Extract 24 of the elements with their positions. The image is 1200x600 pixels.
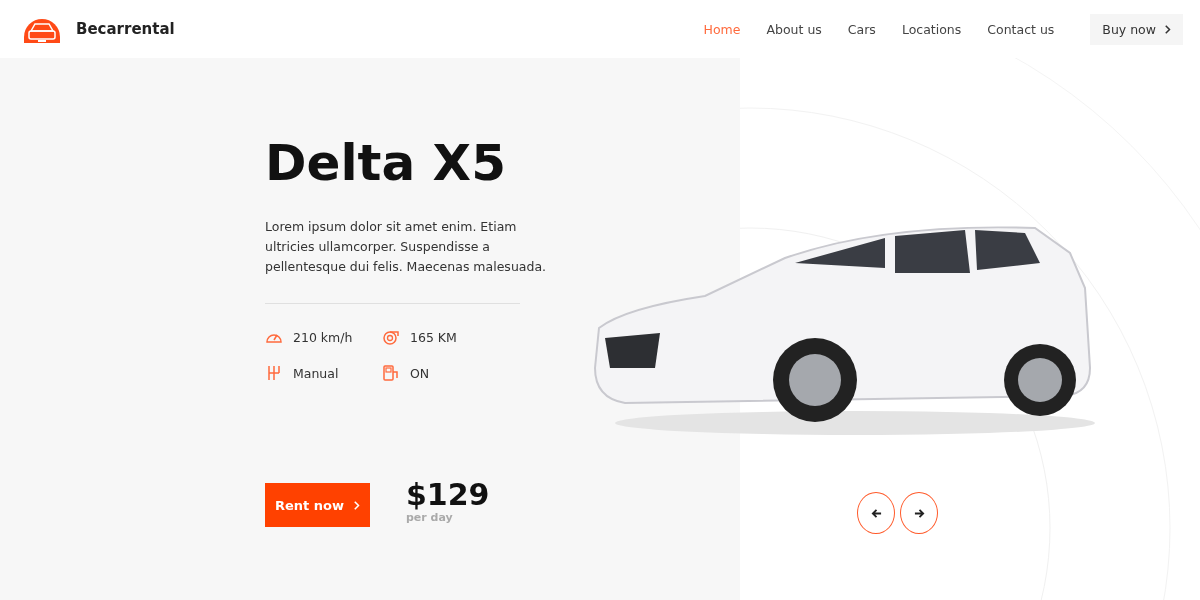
next-button[interactable] (900, 492, 938, 534)
spec-value: 165 KM (410, 329, 457, 345)
arrow-right-icon (913, 507, 925, 519)
nav-link[interactable]: Cars (847, 21, 876, 37)
buy-now-button[interactable]: Buy now (1090, 13, 1183, 45)
price: $129 (406, 478, 490, 511)
brand-name[interactable]: Becarrental (76, 20, 175, 38)
price-unit: per day (406, 511, 454, 524)
car-title: Delta X5 (265, 136, 507, 191)
nav-link[interactable]: About us (766, 21, 822, 37)
chevron-right-icon (354, 500, 360, 510)
rent-now-button[interactable]: Rent now (265, 483, 370, 527)
nav-link[interactable]: Contact us (987, 21, 1055, 37)
chevron-right-icon (1165, 24, 1171, 34)
fuel-pump-icon (382, 364, 400, 382)
turbo-icon (382, 328, 400, 346)
gear-shift-icon (265, 364, 283, 382)
spec-value: Manual (293, 365, 339, 381)
nav-link[interactable]: Locations (901, 21, 962, 37)
spec-value: 210 km/h (293, 329, 353, 345)
previous-button[interactable] (857, 492, 895, 534)
car-description: Lorem ipsum dolor sit amet enim. Etiam ultricies ullamcorper. Suspendisse a pellentesque dui felis. Maecenas malesuada. (265, 218, 548, 276)
arrow-left-icon (870, 507, 882, 519)
spec-value: ON (410, 365, 430, 381)
